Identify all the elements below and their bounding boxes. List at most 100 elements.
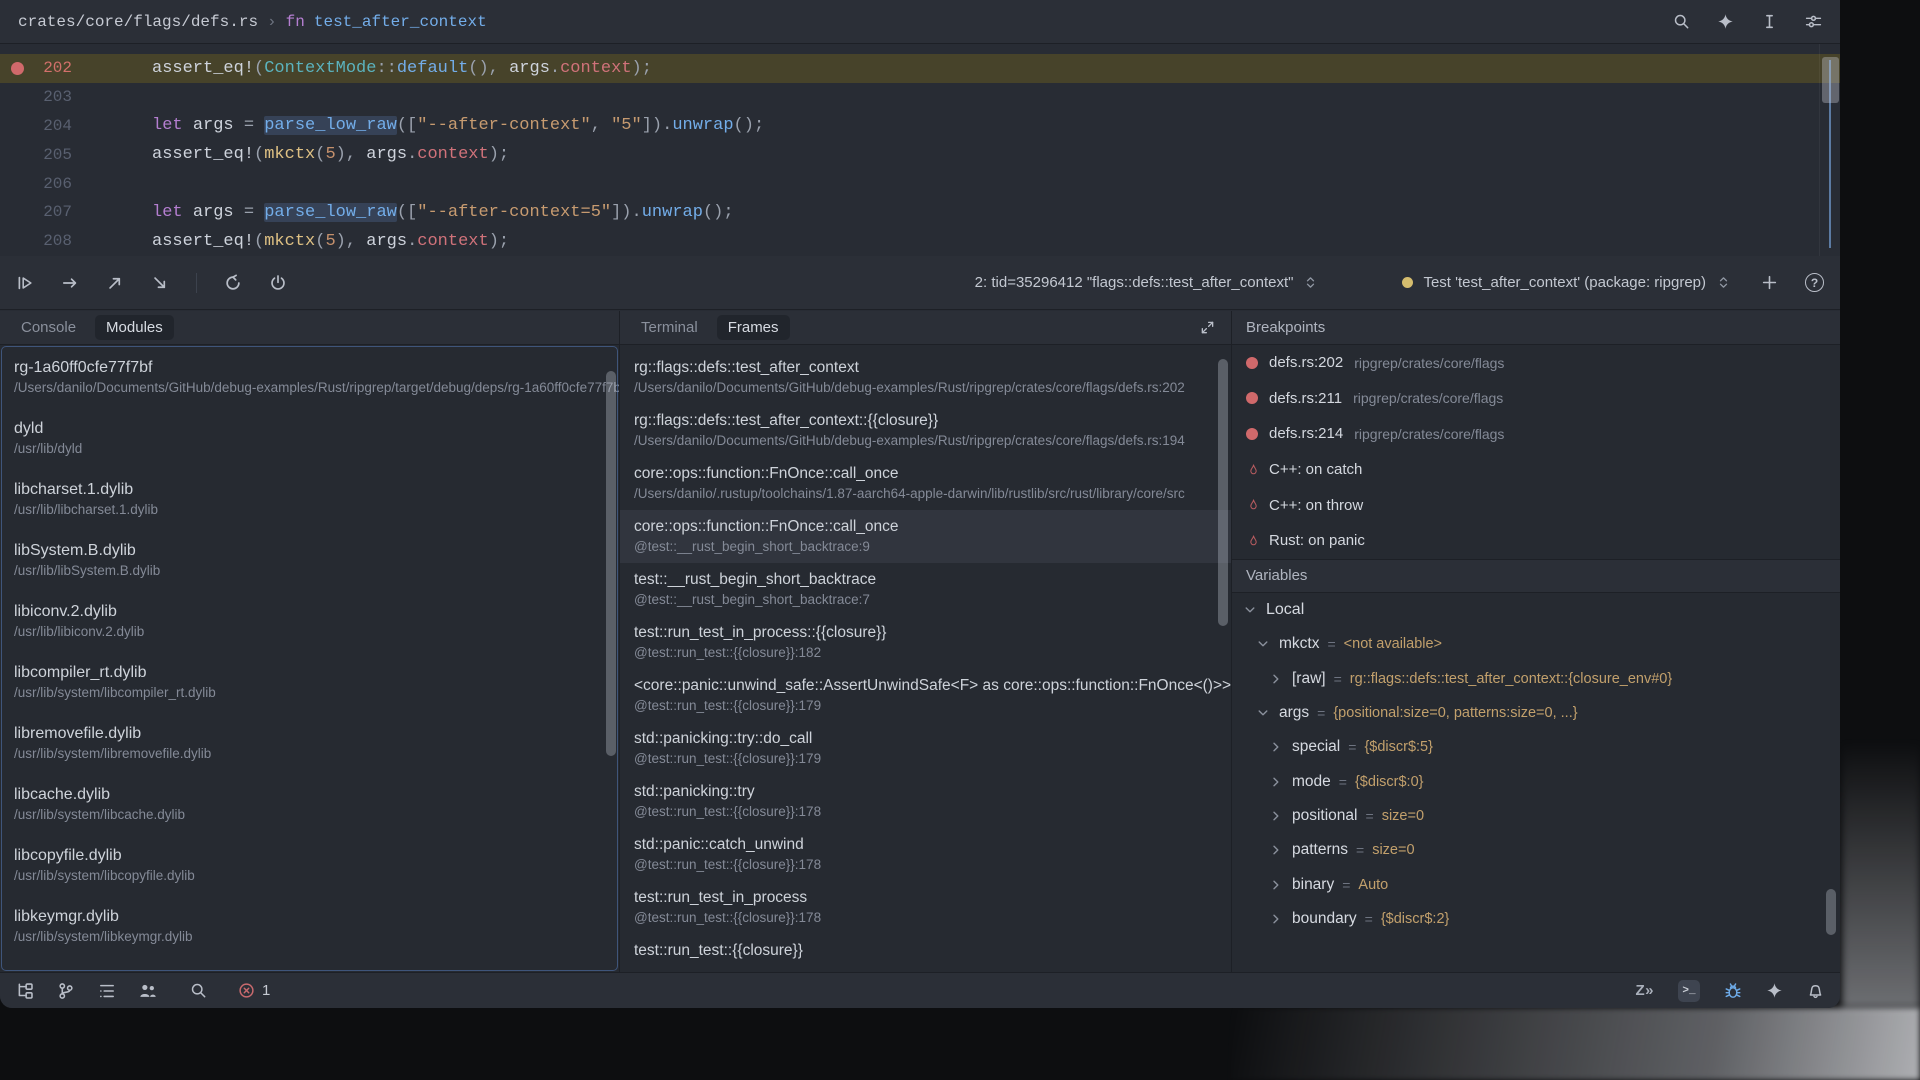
line-number[interactable]: 202 [0, 59, 72, 77]
help-icon[interactable]: ? [1805, 273, 1824, 292]
debugger-bug-icon[interactable] [1724, 982, 1742, 1000]
frame-row[interactable]: rg::flags::defs::test_after_context::{{c… [620, 404, 1231, 457]
terminal-panel-icon[interactable]: >_ [1678, 980, 1700, 1002]
collaboration-people-icon[interactable] [139, 982, 157, 1000]
exception-breakpoint-row[interactable]: C++: on throw [1232, 487, 1840, 523]
chevron-right-icon[interactable] [1268, 774, 1284, 790]
outline-icon[interactable] [98, 982, 116, 1000]
code-line[interactable]: 207 let args = parse_low_raw(["--after-c… [0, 198, 1840, 227]
variable-row[interactable]: positional = size=0 [1232, 799, 1840, 833]
flame-icon[interactable] [1247, 463, 1260, 477]
frame-row[interactable]: std::panic::catch_unwind @test::run_test… [620, 828, 1231, 881]
variable-row[interactable]: binary = Auto [1232, 868, 1840, 902]
stop-power-icon[interactable] [269, 274, 287, 292]
diagnostics-indicator[interactable]: 1 [238, 982, 270, 999]
variable-row[interactable]: args = {positional:size=0, patterns:size… [1232, 696, 1840, 730]
chevron-down-icon[interactable] [1255, 705, 1271, 721]
line-number[interactable]: 204 [0, 117, 72, 135]
edit-prediction-icon[interactable]: Z» [1635, 982, 1654, 999]
module-row[interactable]: libremovefile.dylib /usr/lib/system/libr… [14, 724, 619, 763]
debug-continue-icon[interactable] [16, 274, 34, 292]
flame-icon[interactable] [1247, 498, 1260, 512]
exception-breakpoint-row[interactable]: C++: on catch [1232, 452, 1840, 488]
variables-scrollbar-thumb[interactable] [1826, 889, 1836, 935]
variable-row[interactable]: mode = {$discr$:0} [1232, 765, 1840, 799]
code-line[interactable]: 206 [0, 169, 1840, 198]
variable-row[interactable]: [raw] = rg::flags::defs::test_after_cont… [1232, 661, 1840, 695]
breakpoint-dot-icon[interactable] [1246, 392, 1258, 404]
module-row[interactable]: rg-1a60ff0cfe77f7bf /Users/danilo/Docume… [14, 358, 619, 397]
code-line[interactable]: 208 assert_eq!(mkctx(5), args.context); [0, 227, 1840, 256]
editor-scrollbar[interactable] [1819, 44, 1840, 256]
breakpoint-dot-icon[interactable] [1246, 428, 1258, 440]
chevron-right-icon[interactable] [1268, 671, 1284, 687]
code-line-current[interactable]: 202 assert_eq!(ContextMode::default(), a… [0, 54, 1840, 83]
line-number[interactable]: 206 [0, 175, 72, 193]
module-row[interactable]: libkeymgr.dylib /usr/lib/system/libkeymg… [14, 907, 619, 946]
chevron-right-icon[interactable] [1268, 911, 1284, 927]
editor-scrollbar-thumb[interactable] [1822, 57, 1839, 103]
breadcrumb-file-path[interactable]: crates/core/flags/defs.rs [18, 13, 258, 31]
breakpoint-row[interactable]: defs.rs:202 ripgrep/crates/core/flags [1232, 345, 1840, 381]
sparkle-icon[interactable] [1717, 13, 1734, 30]
text-cursor-icon[interactable] [1761, 13, 1778, 30]
frame-row[interactable]: test::run_test_in_process @test::run_tes… [620, 881, 1231, 934]
breakpoint-dot-icon[interactable] [1246, 357, 1258, 369]
search-icon[interactable] [190, 982, 207, 999]
frame-row[interactable]: rg::flags::defs::test_after_context /Use… [620, 351, 1231, 404]
line-number[interactable]: 208 [0, 232, 72, 250]
module-row[interactable]: libcopyfile.dylib /usr/lib/system/libcop… [14, 846, 619, 885]
code-line[interactable]: 204 let args = parse_low_raw(["--after-c… [0, 112, 1840, 141]
frame-row[interactable]: test::run_test::{{closure}} [620, 934, 1231, 968]
module-row[interactable]: libcompiler_rt.dylib /usr/lib/system/lib… [14, 663, 619, 702]
git-branch-icon[interactable] [57, 982, 75, 1000]
code-line[interactable]: 203 [0, 83, 1840, 112]
breakpoint-row[interactable]: defs.rs:214 ripgrep/crates/core/flags [1232, 416, 1840, 452]
tab-console[interactable]: Console [10, 315, 87, 340]
expand-panel-icon[interactable] [1200, 320, 1221, 335]
module-row[interactable]: libSystem.B.dylib /usr/lib/libSystem.B.d… [14, 541, 619, 580]
module-row[interactable]: dyld /usr/lib/dyld [14, 419, 619, 458]
frame-row[interactable]: test::__rust_begin_short_backtrace @test… [620, 563, 1231, 616]
chevron-down-icon[interactable] [1255, 636, 1271, 652]
code-line[interactable]: 205 assert_eq!(mkctx(5), args.context); [0, 140, 1840, 169]
bell-icon[interactable] [1807, 982, 1824, 999]
frame-row[interactable]: <core::panic::unwind_safe::AssertUnwindS… [620, 669, 1231, 722]
breakpoint-row[interactable]: defs.rs:211 ripgrep/crates/core/flags [1232, 381, 1840, 417]
module-row[interactable]: libcache.dylib /usr/lib/system/libcache.… [14, 785, 619, 824]
step-into-icon[interactable] [151, 274, 169, 292]
variable-scope-row[interactable]: Local [1232, 593, 1840, 627]
variable-row[interactable]: mkctx = <not available> [1232, 627, 1840, 661]
frame-row[interactable]: test::run_test_in_process::{{closure}} @… [620, 616, 1231, 669]
variable-row[interactable]: special = {$discr$:5} [1232, 730, 1840, 764]
project-panel-icon[interactable] [16, 982, 34, 1000]
module-row[interactable]: libcharset.1.dylib /usr/lib/libcharset.1… [14, 480, 619, 519]
breadcrumb-symbol[interactable]: test_after_context [314, 13, 487, 31]
new-session-plus-icon[interactable] [1761, 274, 1778, 291]
variable-row[interactable]: boundary = {$discr$:2} [1232, 902, 1840, 936]
tab-terminal[interactable]: Terminal [630, 315, 709, 340]
thread-selector[interactable]: 2: tid=35296412 "flags::defs::test_after… [975, 274, 1319, 291]
step-out-icon[interactable] [106, 274, 124, 292]
step-over-icon[interactable] [61, 274, 79, 292]
chevron-down-icon[interactable] [1242, 602, 1258, 618]
flame-icon[interactable] [1247, 534, 1260, 548]
breadcrumb[interactable]: crates/core/flags/defs.rs › fn test_afte… [18, 13, 487, 31]
chevron-right-icon[interactable] [1268, 877, 1284, 893]
chevron-right-icon[interactable] [1268, 842, 1284, 858]
modules-scrollbar-thumb[interactable] [606, 371, 616, 756]
frames-scrollbar-thumb[interactable] [1218, 359, 1228, 626]
line-number[interactable]: 203 [0, 88, 72, 106]
exception-breakpoint-row[interactable]: Rust: on panic [1232, 523, 1840, 559]
tab-frames[interactable]: Frames [717, 315, 790, 340]
variable-row[interactable]: patterns = size=0 [1232, 833, 1840, 867]
line-number[interactable]: 205 [0, 146, 72, 164]
tab-modules[interactable]: Modules [95, 315, 174, 340]
editor-settings-sliders-icon[interactable] [1805, 13, 1822, 30]
frame-row-selected[interactable]: core::ops::function::FnOnce::call_once @… [620, 510, 1231, 563]
search-icon[interactable] [1673, 13, 1690, 30]
code-editor[interactable]: 202 assert_eq!(ContextMode::default(), a… [0, 44, 1840, 256]
chevron-right-icon[interactable] [1268, 808, 1284, 824]
session-selector[interactable]: Test 'test_after_context' (package: ripg… [1402, 274, 1731, 291]
restart-icon[interactable] [224, 274, 242, 292]
